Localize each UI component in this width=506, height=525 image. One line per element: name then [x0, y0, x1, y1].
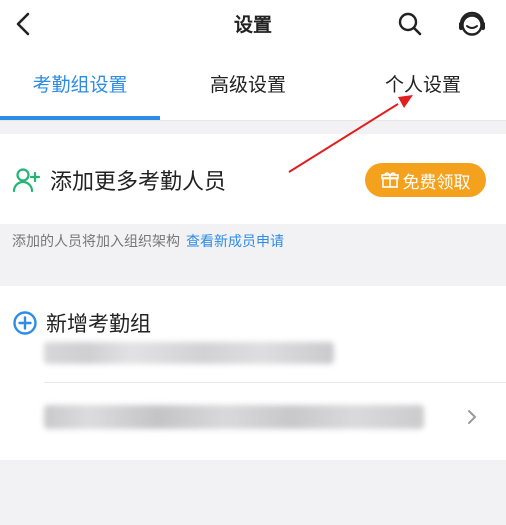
search-icon: [398, 12, 422, 36]
attendance-group-item[interactable]: [0, 383, 506, 451]
new-attendance-group-label: 新增考勤组: [46, 312, 151, 336]
search-button[interactable]: [394, 8, 426, 40]
blurred-group-name: [44, 405, 424, 429]
customer-service-button[interactable]: [454, 6, 490, 42]
hint-text: 添加的人员将加入组织架构: [12, 234, 180, 250]
add-members-row[interactable]: 添加更多考勤人员: [12, 164, 226, 196]
gift-icon: [380, 172, 399, 188]
view-new-member-requests-link[interactable]: 查看新成员申请: [186, 234, 284, 250]
free-claim-label: 免费领取: [402, 172, 471, 193]
new-attendance-group-button[interactable]: 新增考勤组: [12, 308, 151, 338]
chevron-right-icon: [468, 410, 476, 424]
hint-row: 添加的人员将加入组织架构 查看新成员申请: [12, 231, 284, 251]
active-tab-indicator: [0, 116, 160, 120]
settings-tabs: 考勤组设置 高级设置 个人设置: [0, 48, 506, 121]
top-bar: 设置: [0, 0, 506, 48]
tab-advanced-settings[interactable]: 高级设置: [168, 70, 328, 98]
add-members-card: 添加更多考勤人员 免费领取: [0, 134, 506, 224]
tab-personal-settings[interactable]: 个人设置: [340, 70, 506, 98]
attendance-groups-card: 新增考勤组: [0, 286, 506, 460]
tab-attendance-group-settings[interactable]: 考勤组设置: [0, 70, 160, 98]
app-screen: 设置 考勤组设置 高级设置 个人设置 添加更多考勤人员 免费领取 添加的人员将加…: [0, 0, 506, 525]
plus-circle-icon: [13, 311, 37, 335]
page-title: 设置: [233, 14, 272, 36]
free-claim-button[interactable]: 免费领取: [365, 163, 486, 197]
blurred-group-info: [44, 342, 334, 364]
add-members-label: 添加更多考勤人员: [50, 170, 227, 195]
add-user-icon: [12, 168, 41, 193]
customer-service-icon: [459, 11, 485, 36]
